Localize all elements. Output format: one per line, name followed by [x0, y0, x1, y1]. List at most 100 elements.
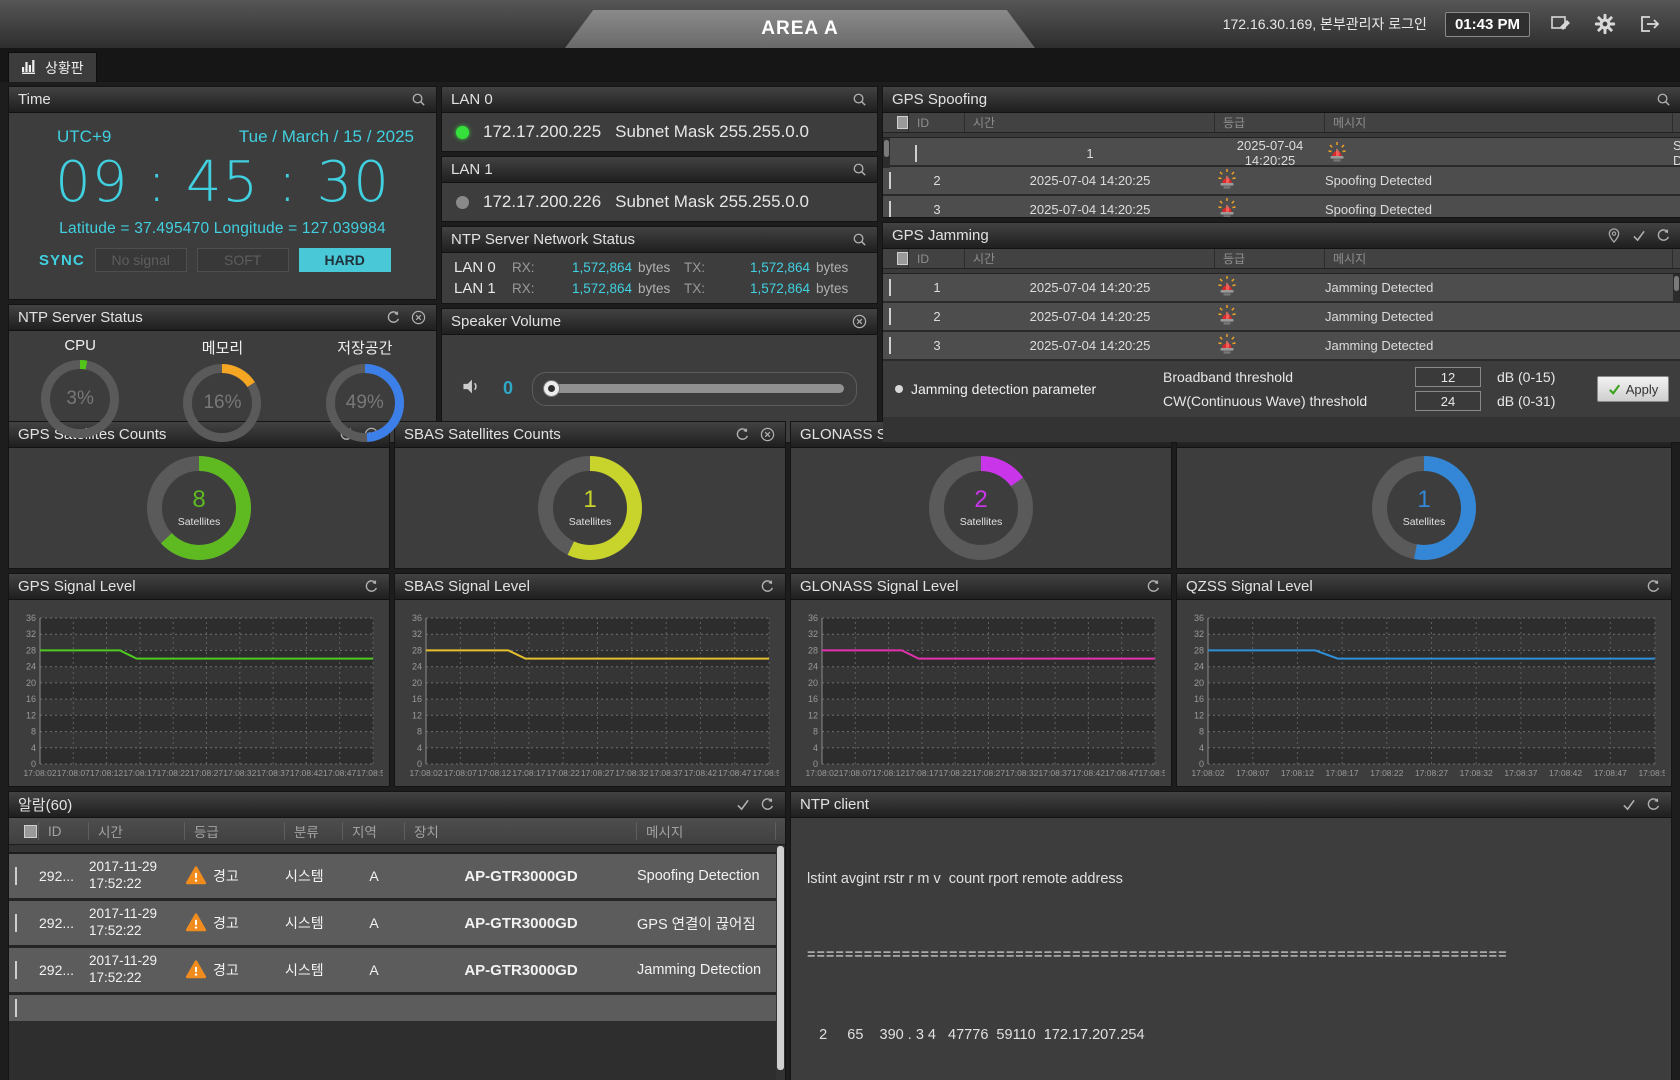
row-checkbox[interactable]	[889, 337, 891, 354]
glonass-signal-panel: GLONASS Signal Level 17:08:0217:08:0717:…	[790, 573, 1172, 787]
refresh-icon[interactable]	[1655, 227, 1672, 244]
qzss-signal-chart: 17:08:0217:08:0717:08:1217:08:1717:08:22…	[1181, 608, 1665, 784]
sync-hard-button[interactable]: HARD	[299, 248, 391, 272]
gps-satellite-gauge: 8 Satellites	[147, 456, 251, 560]
svg-text:17:08:22: 17:08:22	[547, 768, 580, 778]
svg-text:17:08:32: 17:08:32	[1460, 768, 1493, 778]
svg-text:17:08:12: 17:08:12	[1281, 768, 1314, 778]
svg-text:17:08:22: 17:08:22	[157, 768, 190, 778]
lan0-status-dot	[456, 126, 469, 139]
jamming-row[interactable]: 1 2025-07-04 14:20:25 Jamming Detected	[883, 274, 1680, 303]
warning-icon	[185, 865, 207, 887]
svg-text:16: 16	[1194, 694, 1204, 704]
svg-text:4: 4	[417, 743, 422, 753]
spoofing-row[interactable]: 2 2025-07-04 14:20:25 Spoofing Detected	[883, 167, 1680, 196]
svg-text:17:08:37: 17:08:37	[1039, 768, 1072, 778]
alarm-row[interactable]	[9, 995, 785, 1021]
refresh-icon[interactable]	[385, 309, 402, 326]
spoofing-row[interactable]: 3 2025-07-04 14:20:25 Spoofing Detected	[883, 196, 1680, 218]
volume-slider[interactable]	[532, 372, 857, 406]
close-icon[interactable]	[851, 313, 868, 330]
sync-no-signal-button[interactable]: No signal	[95, 248, 187, 272]
select-all-checkbox[interactable]	[897, 252, 908, 265]
svg-text:12: 12	[808, 710, 818, 720]
row-checkbox[interactable]	[15, 867, 17, 885]
alarm-row[interactable]: 292... 2017-11-2917:52:22 경고 시스템 A AP-GT…	[9, 948, 785, 995]
svg-text:12: 12	[412, 710, 422, 720]
gps-jamming-panel: GPS Jamming ID 시간 등급 메	[882, 222, 1680, 443]
table-scrollbar[interactable]	[883, 138, 890, 168]
spoofing-row[interactable]: 1 2025-07-04 14:20:25 Spoofing Detected	[883, 138, 1680, 167]
refresh-icon[interactable]	[1145, 578, 1162, 595]
gps-satellites-panel: GPS Satellites Counts 8 Satellites	[8, 421, 390, 569]
cw-threshold-input[interactable]	[1415, 391, 1481, 411]
svg-text:17:08:37: 17:08:37	[1504, 768, 1537, 778]
bullet-icon	[895, 385, 903, 393]
refresh-icon[interactable]	[363, 578, 380, 595]
row-checkbox[interactable]	[889, 279, 891, 296]
volume-slider-track[interactable]	[545, 384, 844, 393]
tab-dashboard[interactable]: 상황판	[8, 52, 97, 82]
close-icon[interactable]	[410, 309, 427, 326]
select-all-checkbox[interactable]	[897, 116, 908, 129]
search-icon[interactable]	[1655, 91, 1672, 108]
volume-slider-thumb[interactable]	[543, 380, 560, 397]
svg-text:17:08:22: 17:08:22	[939, 768, 972, 778]
search-icon[interactable]	[851, 161, 868, 178]
svg-text:17:08:02: 17:08:02	[409, 768, 442, 778]
top-bar-right: 172.16.30.169, 본부관리자 로그인 01:43 PM	[1223, 11, 1680, 37]
siren-icon	[1215, 332, 1239, 356]
svg-text:8: 8	[813, 727, 818, 737]
svg-text:17:08:07: 17:08:07	[1236, 768, 1269, 778]
gps-signal-chart: 17:08:0217:08:0717:08:1217:08:1717:08:22…	[13, 608, 383, 784]
location-pin-icon[interactable]	[1605, 227, 1622, 244]
area-tab[interactable]: AREA A	[565, 10, 1035, 48]
lan0-title: LAN 0	[451, 91, 843, 108]
svg-text:17:08:37: 17:08:37	[257, 768, 290, 778]
check-icon[interactable]	[1620, 796, 1637, 813]
edit-layout-icon[interactable]	[1548, 11, 1574, 37]
search-icon[interactable]	[851, 91, 868, 108]
alarm-vertical-scrollbar[interactable]	[776, 845, 785, 1080]
row-checkbox[interactable]	[889, 172, 891, 189]
svg-text:0: 0	[31, 759, 36, 769]
row-checkbox[interactable]	[15, 961, 17, 979]
svg-text:12: 12	[1194, 710, 1204, 720]
refresh-icon[interactable]	[759, 796, 776, 813]
row-checkbox[interactable]	[889, 308, 891, 325]
row-checkbox[interactable]	[915, 145, 917, 162]
row-checkbox[interactable]	[15, 914, 17, 932]
svg-text:0: 0	[1199, 759, 1204, 769]
alarm-row[interactable]: 292... 2017-11-2917:52:22 경고 시스템 A AP-GT…	[9, 901, 785, 948]
apply-button[interactable]: Apply	[1597, 376, 1669, 402]
check-icon[interactable]	[1630, 227, 1647, 244]
svg-text:32: 32	[412, 629, 422, 639]
jamming-row[interactable]: 2 2025-07-04 14:20:25 Jamming Detected	[883, 303, 1680, 332]
row-checkbox[interactable]	[889, 201, 891, 218]
area-tab-label: AREA A	[761, 18, 838, 40]
gps-signal-panel: GPS Signal Level 17:08:0217:08:0717:08:1…	[8, 573, 390, 787]
lan0-ip: 172.17.200.225	[483, 122, 601, 142]
warning-icon	[185, 959, 207, 981]
siren-icon	[1215, 274, 1239, 298]
check-icon[interactable]	[734, 796, 751, 813]
alarm-row[interactable]: 292... 2017-11-2917:52:22 경고 시스템 A AP-GT…	[9, 854, 785, 901]
row-checkbox[interactable]	[15, 999, 17, 1017]
search-icon[interactable]	[851, 231, 868, 248]
refresh-icon[interactable]	[1645, 578, 1662, 595]
select-all-checkbox[interactable]	[24, 825, 37, 838]
speaker-icon[interactable]	[462, 378, 484, 400]
search-icon[interactable]	[410, 91, 427, 108]
svg-text:17:08:42: 17:08:42	[290, 768, 323, 778]
refresh-icon[interactable]	[1645, 796, 1662, 813]
jamming-row[interactable]: 3 2025-07-04 14:20:25 Jamming Detected	[883, 332, 1680, 361]
refresh-icon[interactable]	[759, 578, 776, 595]
ntp-network-panel: NTP Server Network Status LAN 0 RX: 1,57…	[441, 226, 878, 304]
glonass-signal-chart: 17:08:0217:08:0717:08:1217:08:1717:08:22…	[795, 608, 1165, 784]
table-scrollbar[interactable]	[1673, 274, 1680, 301]
sync-soft-button[interactable]: SOFT	[197, 248, 289, 272]
settings-gear-icon[interactable]	[1592, 11, 1618, 37]
broadband-threshold-input[interactable]	[1415, 367, 1481, 387]
logout-icon[interactable]	[1636, 11, 1662, 37]
svg-text:17:08:17: 17:08:17	[512, 768, 545, 778]
